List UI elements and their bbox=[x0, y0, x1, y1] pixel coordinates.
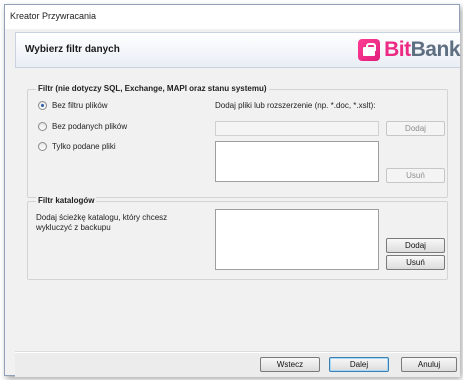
wizard-footer: Wstecz Dalej Anuluj bbox=[15, 351, 460, 377]
remove-directory-button[interactable]: Usuń bbox=[386, 255, 445, 270]
radio-no-file-filter[interactable]: Bez filtru plików bbox=[38, 101, 108, 110]
directory-list[interactable] bbox=[215, 209, 379, 270]
wizard-content: Filtr (nie dotyczy SQL, Exchange, MAPI o… bbox=[15, 68, 460, 351]
title-bar[interactable]: Kreator Przywracania bbox=[5, 5, 459, 29]
bag-icon bbox=[358, 39, 381, 61]
file-filter-group: Filtr (nie dotyczy SQL, Exchange, MAPI o… bbox=[27, 84, 448, 198]
cancel-button[interactable]: Anuluj bbox=[401, 357, 457, 372]
next-button[interactable]: Dalej bbox=[329, 357, 389, 372]
file-filter-legend: Filtr (nie dotyczy SQL, Exchange, MAPI o… bbox=[36, 84, 269, 93]
radio-button[interactable] bbox=[38, 142, 47, 151]
radio-label: Bez podanych plików bbox=[52, 122, 128, 131]
radio-label: Tylko podane pliki bbox=[52, 142, 116, 151]
page-title: Wybierz filtr danych bbox=[25, 44, 120, 55]
radio-button[interactable] bbox=[38, 122, 47, 131]
file-list[interactable] bbox=[215, 141, 379, 182]
remove-file-button[interactable]: Usuń bbox=[386, 168, 445, 183]
footer-separator bbox=[15, 352, 460, 353]
extension-prompt: Dodaj pliki lub rozszerzenie (np. *.doc,… bbox=[215, 101, 376, 110]
radio-exclude-files[interactable]: Bez podanych plików bbox=[38, 122, 127, 131]
radio-only-files[interactable]: Tylko podane pliki bbox=[38, 142, 116, 151]
bitbank-logo: BitBank bbox=[358, 37, 461, 63]
logo-text: BitBank bbox=[384, 38, 460, 61]
wizard-header: Wybierz filtr danych BitBank bbox=[15, 32, 461, 68]
radio-label: Bez filtru plików bbox=[52, 101, 108, 110]
dir-filter-description: Dodaj ścieżkę katalogu, który chcesz wyk… bbox=[36, 213, 168, 232]
back-button[interactable]: Wstecz bbox=[260, 357, 320, 372]
window-title: Kreator Przywracania bbox=[10, 11, 97, 21]
extension-input[interactable] bbox=[215, 121, 379, 136]
add-directory-button[interactable]: Dodaj bbox=[386, 238, 445, 253]
add-file-button[interactable]: Dodaj bbox=[386, 121, 445, 136]
dir-filter-group: Filtr katalogów Dodaj ścieżkę katalogu, … bbox=[27, 196, 448, 280]
radio-button[interactable] bbox=[38, 101, 47, 110]
dir-filter-legend: Filtr katalogów bbox=[36, 196, 97, 205]
wizard-window: Kreator Przywracania Wybierz filtr danyc… bbox=[4, 4, 461, 377]
